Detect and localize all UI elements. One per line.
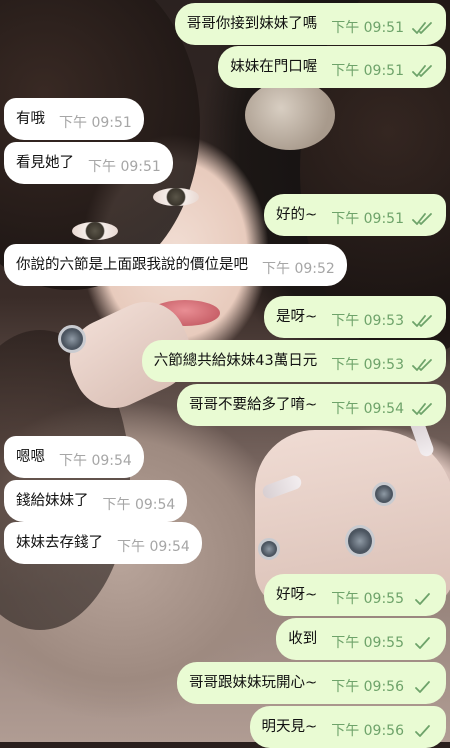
message-text: 好呀~ xyxy=(276,587,318,603)
message-text: 看見她了 xyxy=(16,155,74,171)
double-check-icon xyxy=(412,402,434,416)
double-check-icon xyxy=(412,358,434,372)
message-meta: 下午 09:54 xyxy=(331,399,434,419)
message-text: 錢給妹妹了 xyxy=(16,493,89,509)
message-meta: 下午 09:56 xyxy=(331,721,434,741)
message-text: 好的~ xyxy=(276,207,318,223)
message-timestamp: 下午 09:51 xyxy=(88,159,161,175)
outgoing-message-bubble[interactable]: 妹妹在門口喔 下午 09:51 xyxy=(218,46,446,88)
message-timestamp: 下午 09:51 xyxy=(331,211,404,227)
message-meta: 下午 09:51 xyxy=(331,61,434,81)
message-list[interactable]: 哥哥你接到妹妹了嗎 下午 09:51 妹妹在門口喔 下午 09:51 有哦 下午 09:5… xyxy=(0,0,450,748)
double-check-icon xyxy=(412,21,434,35)
single-check-icon xyxy=(412,680,434,694)
message-meta: 下午 09:54 xyxy=(103,495,176,515)
message-timestamp: 下午 09:55 xyxy=(331,635,404,651)
message-text: 明天見~ xyxy=(261,719,318,735)
double-check-icon xyxy=(412,314,434,328)
incoming-message-bubble[interactable]: 你說的六節是上面跟我說的價位是吧 下午 09:52 xyxy=(4,244,347,286)
incoming-message-bubble[interactable]: 嗯嗯 下午 09:54 xyxy=(4,436,144,478)
message-timestamp: 下午 09:54 xyxy=(59,453,132,469)
message-meta: 下午 09:53 xyxy=(331,355,434,375)
message-meta: 下午 09:54 xyxy=(59,451,132,471)
single-check-icon xyxy=(412,592,434,606)
message-meta: 下午 09:55 xyxy=(331,589,434,609)
message-meta: 下午 09:53 xyxy=(331,311,434,331)
message-text: 哥哥不要給多了唷~ xyxy=(189,397,318,413)
message-text: 哥哥你接到妹妹了嗎 xyxy=(186,16,318,32)
incoming-message-bubble[interactable]: 看見她了 下午 09:51 xyxy=(4,142,173,184)
incoming-message-bubble[interactable]: 有哦 下午 09:51 xyxy=(4,98,144,140)
message-timestamp: 下午 09:54 xyxy=(117,539,190,555)
outgoing-message-bubble[interactable]: 好呀~ 下午 09:55 xyxy=(264,574,446,616)
message-timestamp: 下午 09:52 xyxy=(262,261,335,277)
message-meta: 下午 09:51 xyxy=(331,18,434,38)
incoming-message-bubble[interactable]: 錢給妹妹了 下午 09:54 xyxy=(4,480,188,522)
message-timestamp: 下午 09:53 xyxy=(331,357,404,373)
outgoing-message-bubble[interactable]: 收到 下午 09:55 xyxy=(276,618,446,660)
message-timestamp: 下午 09:56 xyxy=(331,679,404,695)
single-check-icon xyxy=(412,724,434,738)
incoming-message-bubble[interactable]: 妹妹去存錢了 下午 09:54 xyxy=(4,522,202,564)
message-meta: 下午 09:51 xyxy=(88,157,161,177)
message-timestamp: 下午 09:54 xyxy=(102,497,176,513)
double-check-icon xyxy=(412,64,434,78)
message-text: 哥哥跟妹妹玩開心~ xyxy=(189,675,318,691)
message-text: 妹妹在門口喔 xyxy=(230,59,318,75)
message-meta: 下午 09:56 xyxy=(331,677,434,697)
message-text: 有哦 xyxy=(16,111,45,127)
message-text: 收到 xyxy=(288,631,318,647)
message-text: 是呀~ xyxy=(276,309,318,325)
message-timestamp: 下午 09:55 xyxy=(331,591,404,607)
message-timestamp: 下午 09:53 xyxy=(331,313,404,329)
message-timestamp: 下午 09:51 xyxy=(331,20,404,36)
outgoing-message-bubble[interactable]: 哥哥你接到妹妹了嗎 下午 09:51 xyxy=(174,3,446,45)
single-check-icon xyxy=(412,636,434,650)
message-meta: 下午 09:54 xyxy=(117,537,190,557)
message-timestamp: 下午 09:51 xyxy=(59,115,132,131)
outgoing-message-bubble[interactable]: 是呀~ 下午 09:53 xyxy=(264,296,446,338)
message-meta: 下午 09:55 xyxy=(331,633,434,653)
outgoing-message-bubble[interactable]: 哥哥不要給多了唷~ 下午 09:54 xyxy=(177,384,446,426)
outgoing-message-bubble[interactable]: 哥哥跟妹妹玩開心~ 下午 09:56 xyxy=(177,662,446,704)
message-text: 妹妹去存錢了 xyxy=(16,535,103,551)
message-text: 你說的六節是上面跟我說的價位是吧 xyxy=(16,257,248,273)
message-timestamp: 下午 09:54 xyxy=(331,401,404,417)
outgoing-message-bubble[interactable]: 好的~ 下午 09:51 xyxy=(264,194,446,236)
message-meta: 下午 09:51 xyxy=(331,209,434,229)
message-text: 嗯嗯 xyxy=(16,449,45,465)
message-meta: 下午 09:51 xyxy=(59,113,132,133)
message-timestamp: 下午 09:51 xyxy=(331,63,404,79)
double-check-icon xyxy=(412,212,434,226)
message-timestamp: 下午 09:56 xyxy=(331,723,404,739)
message-meta: 下午 09:52 xyxy=(262,259,335,279)
outgoing-message-bubble[interactable]: 六節總共給妹妹43萬日元 下午 09:53 xyxy=(141,340,446,382)
message-text: 六節總共給妹妹43萬日元 xyxy=(153,353,318,369)
